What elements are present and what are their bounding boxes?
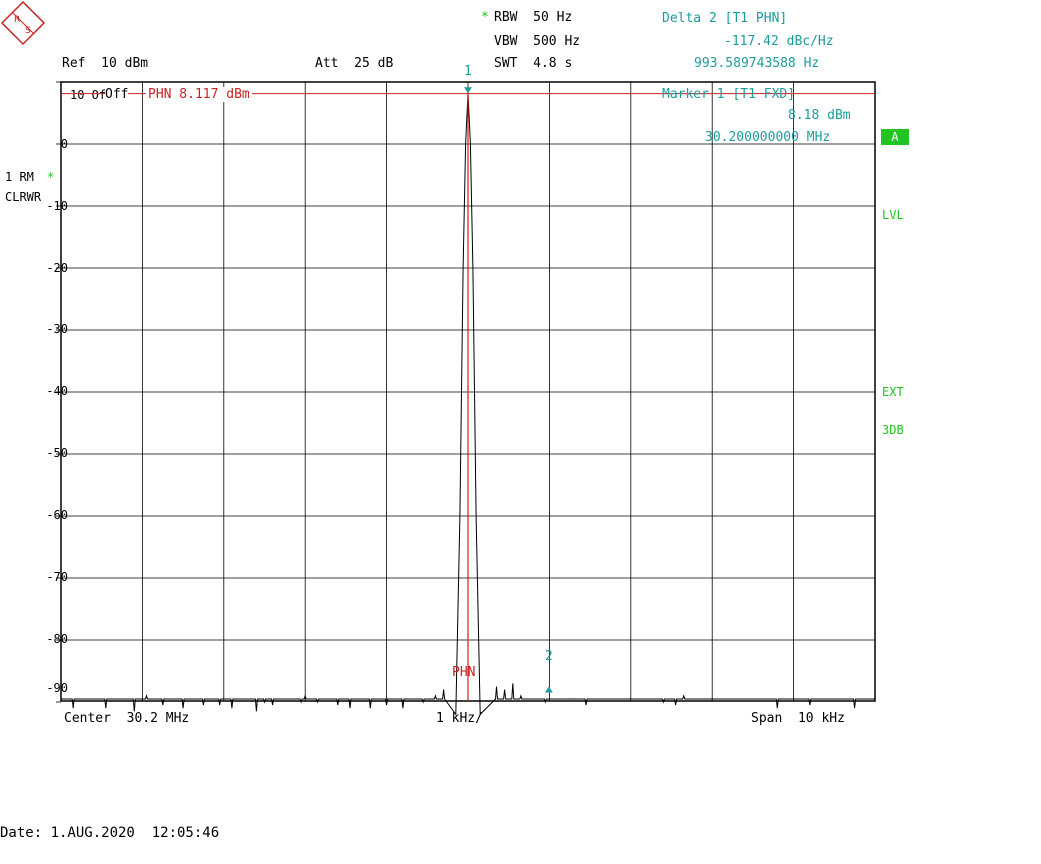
marker1-frequency: 30.200000000 MHz [705, 130, 831, 145]
phn-reference-label: PHN 8.117 dBm [146, 87, 252, 102]
frequency-division-label: 1 kHz/ [436, 711, 483, 726]
marker1-level: 8.18 dBm [788, 108, 851, 123]
phn-marker-label: PHN [452, 665, 476, 680]
plot-grid [56, 81, 876, 703]
offset-label: Off [105, 87, 129, 102]
marker1-title: Marker 1 [T1 FXD] [662, 87, 796, 102]
spectrum-plot[interactable] [0, 0, 1041, 864]
center-frequency-label[interactable]: Center 30.2 MHz [64, 711, 189, 726]
marker2-label[interactable]: 2 [545, 649, 553, 664]
marker-overlay [61, 87, 875, 701]
marker1-triangle-icon [464, 87, 472, 94]
marker2-triangle-icon [544, 686, 553, 693]
span-label[interactable]: Span 10 kHz [751, 711, 845, 726]
marker1-label[interactable]: 1 [464, 64, 472, 79]
date-stamp: Date: 1.AUG.2020 12:05:46 [0, 825, 220, 841]
